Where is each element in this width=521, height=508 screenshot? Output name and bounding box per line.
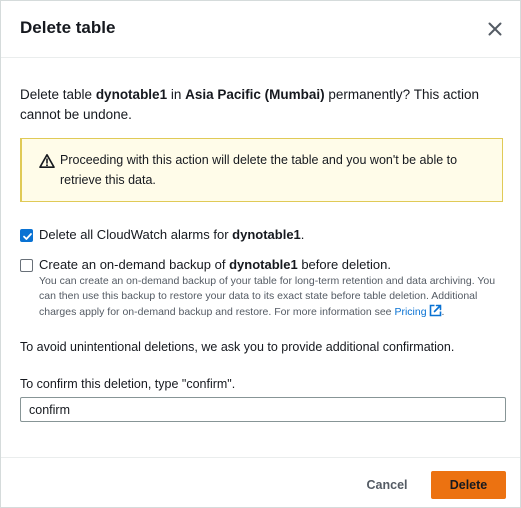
warning-icon: [39, 154, 55, 168]
warning-text: Proceeding with this action will delete …: [60, 153, 458, 187]
delete-cloudwatch-alarms-checkbox[interactable]: [20, 229, 33, 242]
cancel-button[interactable]: Cancel: [359, 472, 415, 498]
close-icon: [488, 22, 502, 36]
confirm-field-label: To confirm this deletion, type "confirm"…: [20, 377, 236, 391]
backup-description: You can create an on-demand backup of yo…: [39, 275, 496, 318]
dialog-title: Delete table: [20, 18, 116, 37]
dialog-footer: Cancel Delete: [1, 457, 520, 508]
table-name: dynotable1: [95, 87, 168, 102]
delete-button[interactable]: Delete: [431, 471, 506, 499]
dialog-header: Delete table: [1, 1, 520, 58]
external-link-icon: [429, 304, 441, 317]
pricing-link[interactable]: Pricing: [394, 304, 441, 318]
delete-table-dialog: Delete table Delete table dynotable1 in …: [0, 0, 521, 508]
confirmation-notice: To avoid unintentional deletions, we ask…: [20, 340, 455, 354]
close-button[interactable]: [485, 19, 505, 39]
region-name: Asia Pacific (Mumbai): [185, 87, 325, 102]
checkmark-icon: [23, 233, 32, 240]
create-backup-label[interactable]: Create an on-demand backup of dynotable1…: [39, 256, 391, 274]
delete-intro-text: Delete table dynotable1 in Asia Pacific …: [20, 87, 479, 122]
warning-alert: Proceeding with this action will delete …: [20, 138, 503, 202]
create-backup-checkbox[interactable]: [20, 259, 33, 272]
delete-cloudwatch-alarms-label[interactable]: Delete all CloudWatch alarms for dynotab…: [39, 226, 304, 244]
confirm-input[interactable]: [20, 397, 506, 422]
